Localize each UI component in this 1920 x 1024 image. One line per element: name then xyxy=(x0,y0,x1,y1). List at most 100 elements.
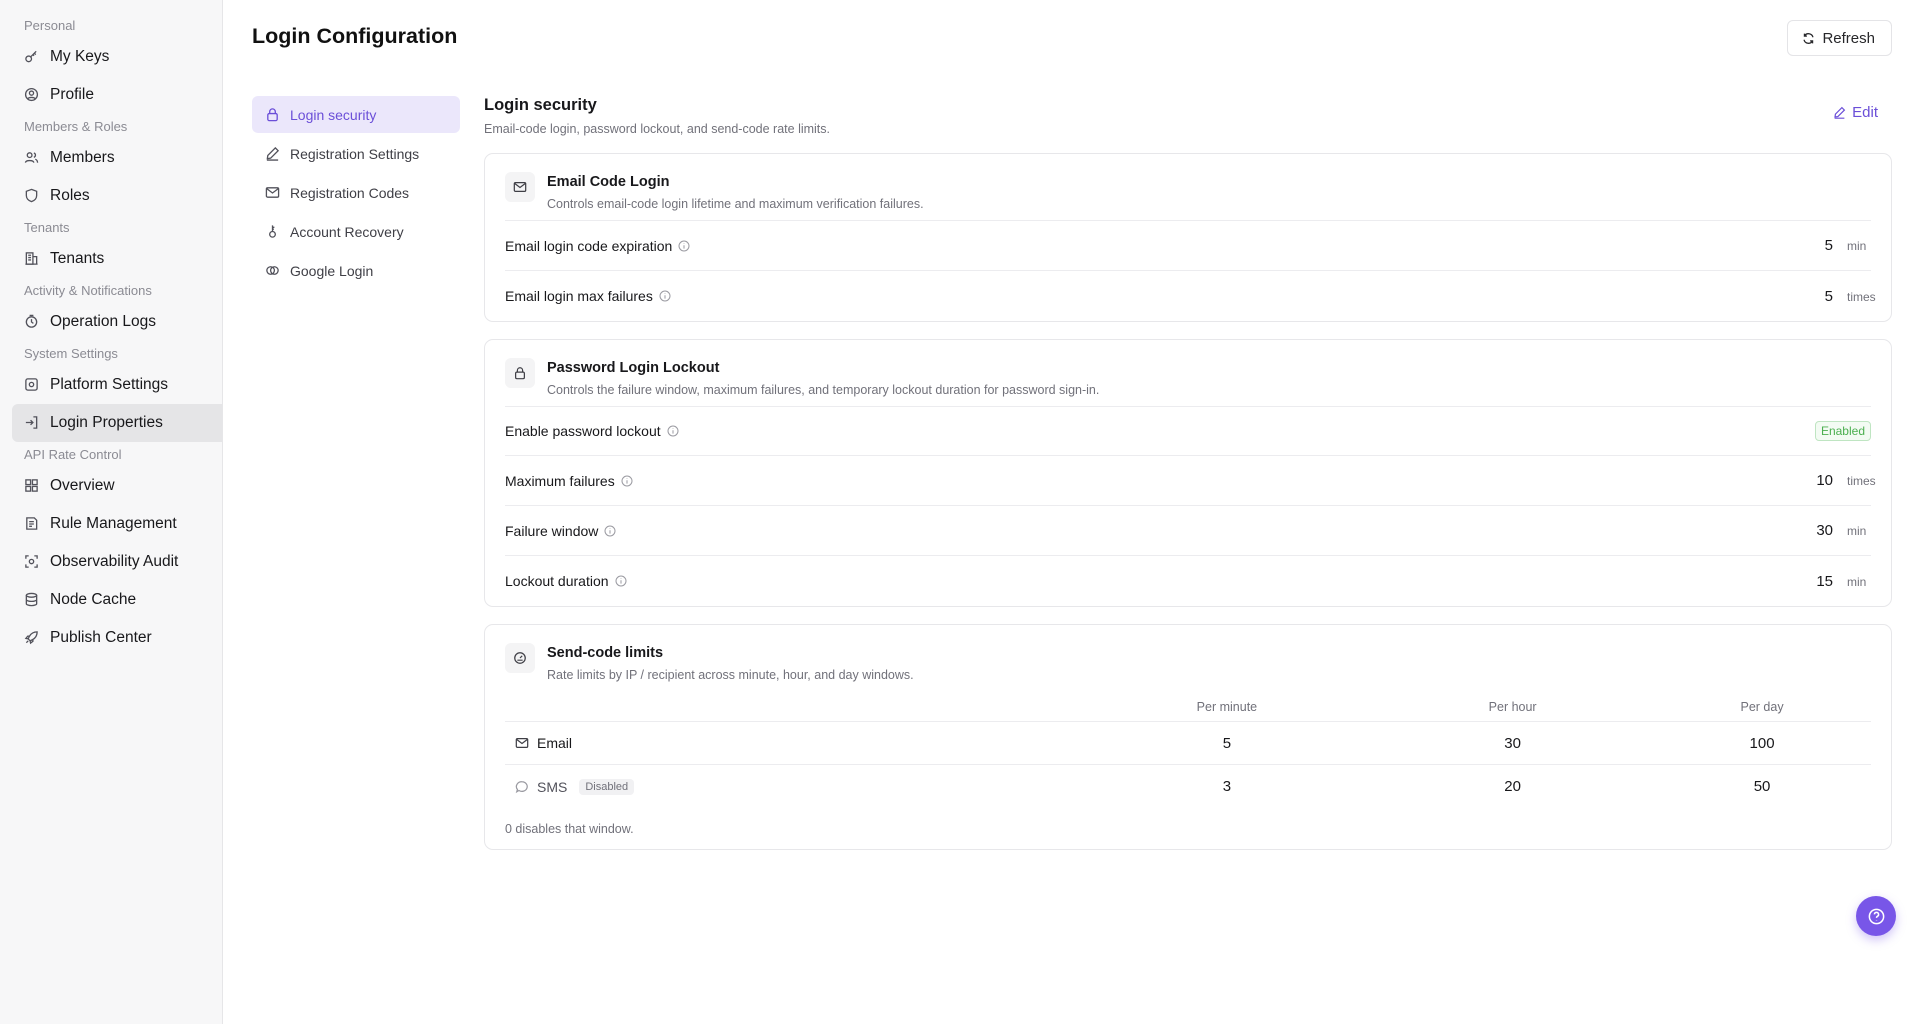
per-day-value: 50 xyxy=(1753,778,1771,795)
gauge-icon xyxy=(505,643,535,673)
refresh-button[interactable]: Refresh xyxy=(1787,20,1892,56)
sidebar-item-node-cache[interactable]: Node Cache xyxy=(12,581,222,619)
setting-row-email-max-failures: Email login max failures 5 times xyxy=(505,271,1876,321)
sidebar-item-operation-logs[interactable]: Operation Logs xyxy=(12,303,222,341)
setting-row-email-code-expiration: Email login code expiration 5 min xyxy=(505,221,1871,271)
sidebar-item-label: Overview xyxy=(50,477,115,494)
subnav-item-label: Account Recovery xyxy=(290,223,404,240)
scan-icon xyxy=(24,554,40,570)
refresh-label: Refresh xyxy=(1822,29,1875,47)
key-icon xyxy=(265,224,280,239)
edit-label: Edit xyxy=(1852,104,1878,121)
sidebar-item-label: Tenants xyxy=(50,250,105,267)
sidebar-item-label: Observability Audit xyxy=(50,553,179,570)
sidebar-group-tenants: Tenants xyxy=(24,220,70,235)
sidebar-item-label: Node Cache xyxy=(50,591,137,608)
sidebar-item-publish-center[interactable]: Publish Center xyxy=(12,619,222,657)
value-unit: times xyxy=(1847,474,1876,488)
setting-label: Lockout duration xyxy=(505,573,609,589)
row-label-wrap: Email login max failures xyxy=(505,288,671,304)
info-icon[interactable] xyxy=(604,525,616,537)
main-content: Login Configuration Refresh Login securi… xyxy=(224,0,1920,1024)
column-header-per-minute: Per minute xyxy=(1196,700,1258,714)
column-header-per-hour: Per hour xyxy=(1488,700,1537,714)
subnav-item-account-recovery[interactable]: Account Recovery xyxy=(252,213,460,250)
sidebar-item-label: Operation Logs xyxy=(50,313,156,330)
subnav-item-label: Google Login xyxy=(290,262,374,279)
link-icon xyxy=(265,263,280,278)
sidebar-item-rule-management[interactable]: Rule Management xyxy=(12,505,222,543)
setting-value: 30 min xyxy=(1813,522,1871,539)
card-title: Send-code limits xyxy=(547,645,664,661)
row-label-wrap: Failure window xyxy=(505,523,616,539)
sidebar-item-label: Publish Center xyxy=(50,629,152,646)
sidebar-item-members[interactable]: Members xyxy=(12,139,222,177)
per-day-value: 100 xyxy=(1749,734,1775,752)
per-hour-value: 20 xyxy=(1504,778,1521,795)
email-code-login-card: Email Code Login Controls email-code log… xyxy=(484,153,1892,322)
setting-label: Enable password lockout xyxy=(505,423,661,439)
sidebar-item-observability-audit[interactable]: Observability Audit xyxy=(12,543,222,581)
setting-value: 5 min xyxy=(1813,237,1871,254)
setting-label: Email login max failures xyxy=(505,288,653,304)
value-unit: min xyxy=(1847,574,1867,589)
value-number: 5 xyxy=(1824,287,1833,305)
sidebar-group-activity: Activity & Notifications xyxy=(24,283,152,298)
subnav-item-registration-settings[interactable]: Registration Settings xyxy=(252,135,460,172)
channel-cell: Email xyxy=(505,735,1082,751)
rocket-icon xyxy=(24,630,40,646)
sidebar-group-system-settings: System Settings xyxy=(24,346,118,361)
info-icon[interactable] xyxy=(659,290,671,302)
sidebar-item-label: Login Properties xyxy=(50,414,163,431)
lock-icon xyxy=(265,107,280,122)
mail-icon xyxy=(515,736,529,750)
info-icon[interactable] xyxy=(667,425,679,437)
subnav-item-registration-codes[interactable]: Registration Codes xyxy=(252,174,460,211)
setting-row-failure-window: Failure window 30 min xyxy=(505,506,1871,556)
info-icon[interactable] xyxy=(621,475,633,487)
value-number: 10 xyxy=(1816,472,1833,489)
card-title: Email Code Login xyxy=(547,174,670,190)
subnav-item-label: Registration Codes xyxy=(290,184,410,201)
sidebar-item-login-properties[interactable]: Login Properties xyxy=(12,404,222,442)
row-label-wrap: Email login code expiration xyxy=(505,238,690,254)
subnav-item-google-login[interactable]: Google Login xyxy=(252,252,460,289)
sidebar-item-tenants[interactable]: Tenants xyxy=(12,240,222,278)
subnav-item-login-security[interactable]: Login security xyxy=(252,96,460,133)
sidebar-item-my-keys[interactable]: My Keys xyxy=(12,38,222,76)
card-header: Password Login Lockout Controls the fail… xyxy=(505,340,1871,407)
rate-table-header: Per minute Per hour Per day xyxy=(505,682,1871,722)
sidebar-item-profile[interactable]: Profile xyxy=(12,76,222,114)
sidebar-item-platform-settings[interactable]: Platform Settings xyxy=(12,366,222,404)
setting-row-maximum-failures: Maximum failures 10 times xyxy=(505,456,1876,506)
help-icon xyxy=(1867,907,1886,926)
info-icon[interactable] xyxy=(615,575,627,587)
mail-icon xyxy=(265,185,280,200)
card-title: Password Login Lockout xyxy=(547,360,720,376)
sidebar-item-label: Roles xyxy=(50,187,90,204)
column-header-per-day: Per day xyxy=(1740,700,1784,714)
building-icon xyxy=(24,251,40,267)
edit-button[interactable]: Edit xyxy=(1833,104,1878,121)
value-unit: min xyxy=(1847,524,1867,538)
help-button[interactable] xyxy=(1856,896,1896,936)
rules-icon xyxy=(24,516,40,532)
setting-label: Failure window xyxy=(505,522,599,539)
card-description: Rate limits by IP / recipient across min… xyxy=(547,668,914,682)
setting-value: 5 times xyxy=(1813,287,1876,305)
settings-icon xyxy=(24,377,40,393)
row-label-wrap: Maximum failures xyxy=(505,473,633,489)
shield-icon xyxy=(24,188,40,204)
setting-value: 10 times xyxy=(1813,472,1876,489)
sidebar-item-overview[interactable]: Overview xyxy=(12,467,222,505)
setting-label: Email login code expiration xyxy=(505,237,673,254)
info-icon[interactable] xyxy=(678,240,690,252)
value-unit: times xyxy=(1847,289,1876,304)
sidebar-item-roles[interactable]: Roles xyxy=(12,177,222,215)
mail-icon xyxy=(505,172,535,202)
section-description: Email-code login, password lockout, and … xyxy=(484,122,831,136)
login-security-section: Login security Email-code login, passwor… xyxy=(484,96,1892,850)
per-minute-value: 5 xyxy=(1222,734,1232,752)
section-title: Login security xyxy=(484,96,597,114)
per-minute-value: 3 xyxy=(1222,778,1232,795)
